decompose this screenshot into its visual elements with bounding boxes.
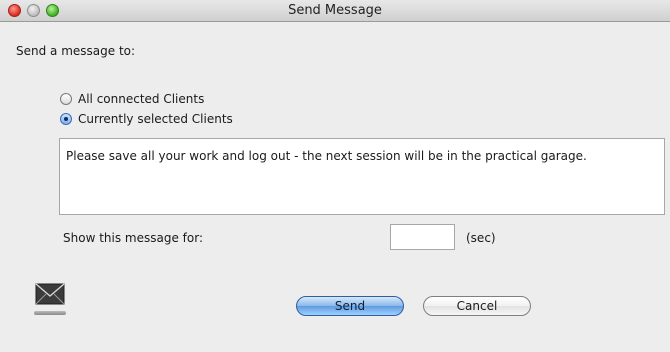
radio-selected-clients[interactable]: Currently selected Clients bbox=[60, 111, 233, 127]
send-to-prompt: Send a message to: bbox=[16, 44, 136, 58]
radio-selected-clients-icon[interactable] bbox=[60, 113, 72, 125]
message-textarea[interactable]: Please save all your work and log out - … bbox=[59, 138, 665, 215]
duration-label: Show this message for: bbox=[63, 231, 203, 245]
window-title: Send Message bbox=[288, 3, 382, 18]
duration-input[interactable] bbox=[390, 224, 455, 250]
cancel-button[interactable]: Cancel bbox=[423, 296, 531, 316]
radio-all-clients-label: All connected Clients bbox=[78, 92, 205, 106]
send-button[interactable]: Send bbox=[296, 296, 404, 316]
radio-all-clients[interactable]: All connected Clients bbox=[60, 91, 204, 107]
radio-all-clients-icon[interactable] bbox=[60, 93, 72, 105]
radio-selected-clients-label: Currently selected Clients bbox=[78, 112, 233, 126]
title-bar: Send Message bbox=[0, 0, 670, 22]
envelope-icon bbox=[35, 283, 65, 305]
message-text: Please save all your work and log out - … bbox=[66, 149, 587, 163]
duration-unit: (sec) bbox=[466, 231, 496, 245]
envelope-reflection bbox=[34, 311, 66, 315]
